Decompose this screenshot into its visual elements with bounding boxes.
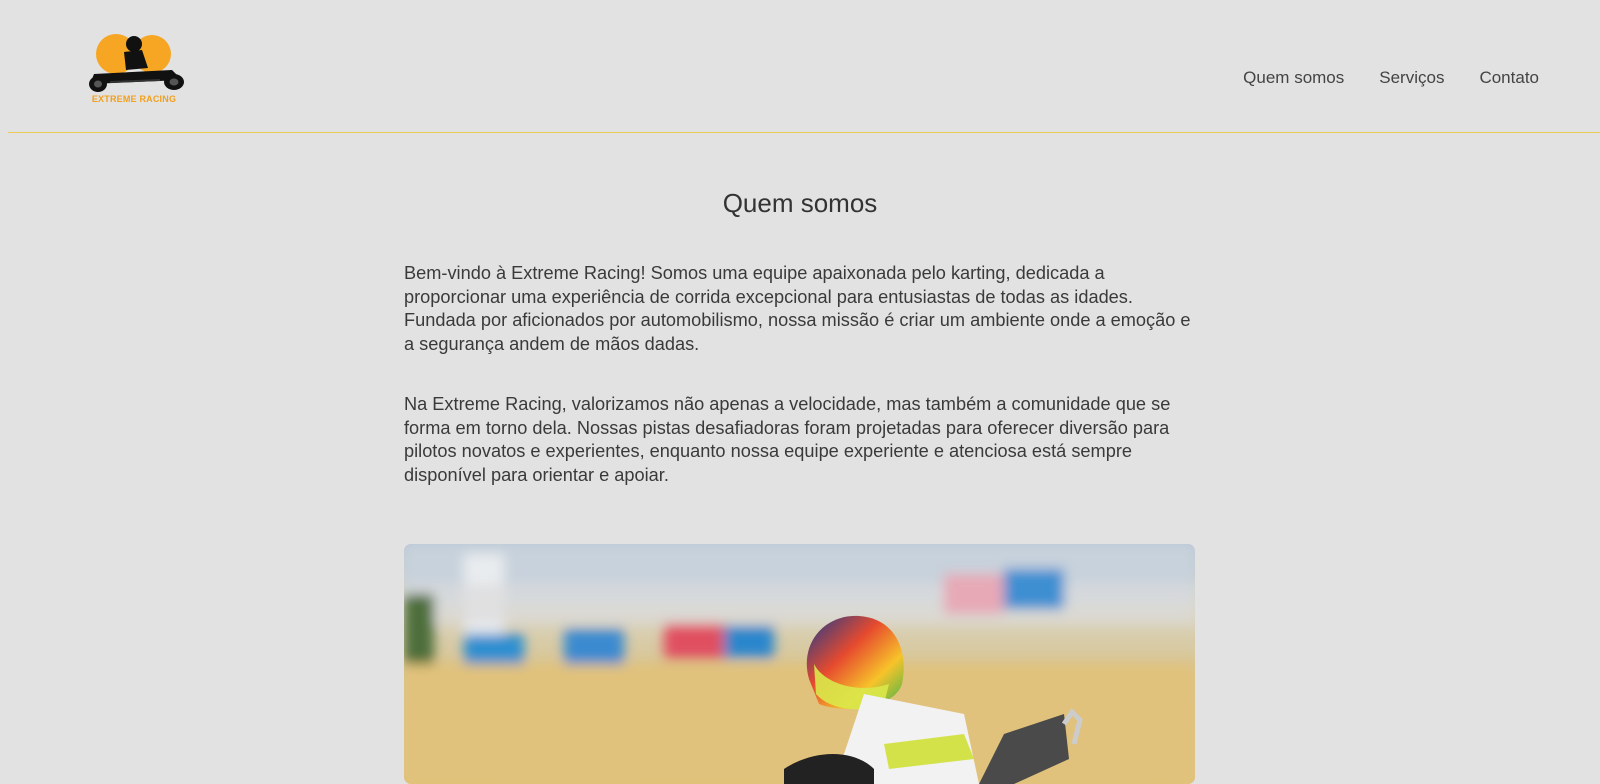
intro-paragraph: Bem-vindo à Extreme Racing! Somos uma eq…	[404, 263, 1191, 354]
extreme-racing-logo[interactable]: EXTREME RACING	[76, 30, 192, 110]
logo-text: EXTREME RACING	[91, 94, 177, 104]
community-paragraph: Na Extreme Racing, valorizamos não apena…	[404, 394, 1171, 485]
kart-driver-photo	[404, 544, 1195, 784]
kart-logo-icon	[89, 34, 184, 92]
main-nav: Quem somos Serviços Contato	[1243, 68, 1539, 88]
nav-link-contato[interactable]: Contato	[1479, 68, 1539, 88]
site-header: EXTREME RACING Quem somos Serviços Conta…	[8, 0, 1600, 133]
nav-link-quem-somos[interactable]: Quem somos	[1243, 68, 1344, 88]
nav-link-servicos[interactable]: Serviços	[1379, 68, 1444, 88]
page-title: Quem somos	[722, 188, 878, 218]
